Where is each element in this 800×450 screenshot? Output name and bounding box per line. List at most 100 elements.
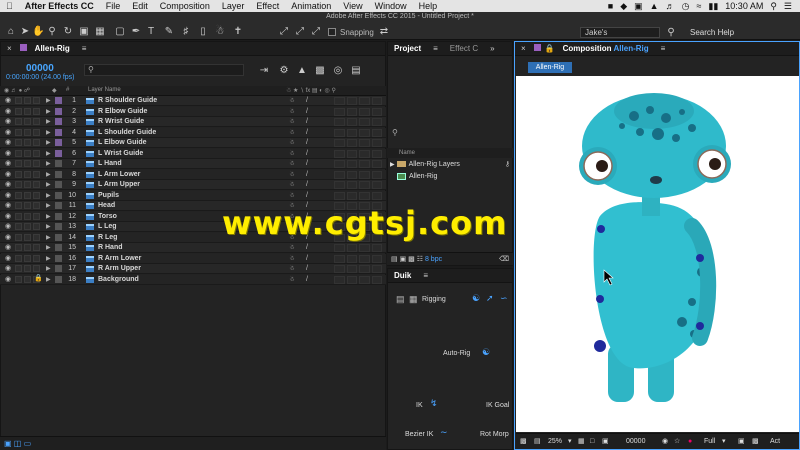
project-settings-icon[interactable]: ☷ xyxy=(417,256,423,263)
bezier-ik-button[interactable]: Bezier IK xyxy=(405,431,433,438)
project-menu-icon[interactable]: ≡ xyxy=(427,42,444,56)
bit-depth-button[interactable]: 8 bpc xyxy=(425,256,442,263)
layer-label-color[interactable] xyxy=(55,118,62,125)
mask-visibility-icon[interactable]: □ xyxy=(590,435,594,449)
audio-toggle[interactable] xyxy=(15,170,22,178)
solo-toggle[interactable] xyxy=(24,160,31,167)
layer-name[interactable]: L Arm Lower xyxy=(98,170,140,180)
visibility-eye-icon[interactable]: ◉ xyxy=(4,159,12,169)
lock-toggle[interactable] xyxy=(33,254,40,262)
lock-toggle[interactable] xyxy=(33,265,40,272)
layer-name[interactable]: R Wrist Guide xyxy=(98,117,144,127)
spotlight-icon[interactable]: ⚲ xyxy=(770,1,777,12)
layer-name[interactable]: R Hand xyxy=(98,243,123,253)
layer-label-color[interactable] xyxy=(55,202,62,209)
solo-toggle[interactable] xyxy=(24,265,31,272)
project-name-column[interactable]: Name xyxy=(387,148,513,158)
shy-layers-icon[interactable]: ▲ xyxy=(296,65,308,77)
visibility-eye-icon[interactable]: ◉ xyxy=(4,128,12,138)
audio-toggle[interactable] xyxy=(15,160,22,167)
quality-switch-icon[interactable]: / xyxy=(306,191,308,201)
effect-controls-tab[interactable]: Effect C xyxy=(444,42,484,56)
layer-name[interactable]: Torso xyxy=(98,212,117,222)
resolution-select[interactable]: Full xyxy=(704,435,715,449)
project-tab[interactable]: Project xyxy=(388,42,427,56)
lock-toggle[interactable] xyxy=(33,223,40,230)
always-preview-icon[interactable]: ▩ xyxy=(520,435,527,449)
lock-toggle[interactable] xyxy=(33,118,40,125)
shy-switch-icon[interactable]: ☃ xyxy=(288,243,296,253)
comp-navigator-chip[interactable]: Allen-Rig xyxy=(528,62,572,73)
lock-toggle[interactable] xyxy=(33,128,40,136)
rig-guide-handle[interactable] xyxy=(596,295,604,303)
resolution-dropdown-icon[interactable]: ▾ xyxy=(722,435,726,449)
visibility-eye-icon[interactable]: ◉ xyxy=(4,149,12,159)
shy-switch-icon[interactable]: ☃ xyxy=(288,96,296,106)
audio-toggle[interactable] xyxy=(15,275,22,283)
layer-row[interactable]: ◉ 🔒 ▶ 18 Background ☃ / xyxy=(0,274,386,285)
layer-name[interactable]: L Arm Upper xyxy=(98,180,140,190)
audio-toggle[interactable] xyxy=(15,191,22,199)
layer-name[interactable]: L Hand xyxy=(98,159,122,169)
quality-switch-icon[interactable]: / xyxy=(306,138,308,148)
zoom-dropdown-icon[interactable]: ▾ xyxy=(568,435,572,449)
snapshot-icon[interactable]: ◉ xyxy=(662,435,668,449)
shy-switch-icon[interactable]: ☃ xyxy=(288,128,296,138)
lock-toggle[interactable] xyxy=(33,212,40,220)
lock-toggle[interactable] xyxy=(33,139,40,146)
layer-switch-cells[interactable] xyxy=(334,244,382,252)
axis-local-icon[interactable]: ⤢ xyxy=(278,26,290,38)
color-channels-icon[interactable]: ● xyxy=(688,435,692,449)
snap-options-icon[interactable]: ⇄ xyxy=(378,26,390,38)
type-tool-icon[interactable]: T xyxy=(145,26,157,38)
expand-triangle-icon[interactable]: ▶ xyxy=(46,191,51,201)
menu-effect[interactable]: Effect xyxy=(250,1,285,11)
audio-toggle[interactable] xyxy=(15,118,22,125)
apple-icon[interactable]:  xyxy=(0,1,19,11)
layer-row[interactable]: ◉ ▶ 6 L Wrist Guide ☃ / xyxy=(0,148,386,159)
solo-toggle[interactable] xyxy=(24,97,31,104)
bezier-ik-icon[interactable]: ∼ xyxy=(440,427,448,438)
audio-toggle[interactable] xyxy=(15,202,22,209)
expand-triangle-icon[interactable]: ▶ xyxy=(46,128,51,138)
layer-name[interactable]: R Arm Lower xyxy=(98,254,141,264)
layer-row[interactable]: ◉ ▶ 10 Pupils ☃ / xyxy=(0,190,386,201)
visibility-eye-icon[interactable]: ◉ xyxy=(4,138,12,148)
visibility-eye-icon[interactable]: ◉ xyxy=(4,201,12,211)
layer-name[interactable]: L Elbow Guide xyxy=(98,138,146,148)
layer-label-color[interactable] xyxy=(55,265,62,272)
layer-label-color[interactable] xyxy=(55,233,62,241)
project-search-input[interactable]: ⚲ xyxy=(392,128,510,139)
app-menu[interactable]: After Effects CC xyxy=(19,1,100,11)
audio-toggle[interactable] xyxy=(15,97,22,104)
expand-triangle-icon[interactable]: ▶ xyxy=(46,222,51,232)
puppet-tool-icon[interactable]: ✝ xyxy=(232,26,244,38)
layer-row[interactable]: ◉ ▶ 1 R Shoulder Guide ☃ / xyxy=(0,96,386,106)
shy-switch-icon[interactable]: ☃ xyxy=(288,138,296,148)
audio-toggle[interactable] xyxy=(15,181,22,188)
layer-row[interactable]: ◉ ▶ 9 L Arm Upper ☃ / xyxy=(0,180,386,190)
quality-switch-icon[interactable]: / xyxy=(306,264,308,274)
rotate-tool-icon[interactable]: ↻ xyxy=(62,26,74,38)
expand-triangle-icon[interactable]: ▶ xyxy=(46,264,51,274)
screen-icon[interactable]: ▣ xyxy=(634,1,643,12)
connector-icon[interactable]: ➚ xyxy=(486,293,494,304)
lock-toggle[interactable] xyxy=(33,202,40,209)
quality-switch-icon[interactable]: / xyxy=(306,149,308,159)
layer-switch-cells[interactable] xyxy=(334,160,382,168)
flowchart-icon[interactable]: ⚷ xyxy=(505,159,510,170)
visibility-eye-icon[interactable]: ◉ xyxy=(4,243,12,253)
list-icon[interactable]: ☰ xyxy=(784,1,792,12)
quality-switch-icon[interactable]: / xyxy=(306,170,308,180)
auto-rig-button[interactable]: Auto-Rig xyxy=(443,350,470,357)
audio-toggle[interactable] xyxy=(15,223,22,230)
audio-toggle[interactable] xyxy=(15,244,22,251)
layer-switch-cells[interactable] xyxy=(334,254,382,263)
comp-mini-flowchart-icon[interactable]: ⇥ xyxy=(258,65,270,77)
rot-morph-button[interactable]: Rot Morp xyxy=(480,431,509,438)
rig-guide-handle[interactable] xyxy=(594,340,606,352)
panel-menu-icon[interactable]: ≡ xyxy=(76,42,93,56)
layer-row[interactable]: ◉ ▶ 7 L Hand ☃ / xyxy=(0,159,386,169)
comp-timecode[interactable]: 00000 xyxy=(626,435,645,449)
brush-tool-icon[interactable]: ✎ xyxy=(163,26,175,38)
